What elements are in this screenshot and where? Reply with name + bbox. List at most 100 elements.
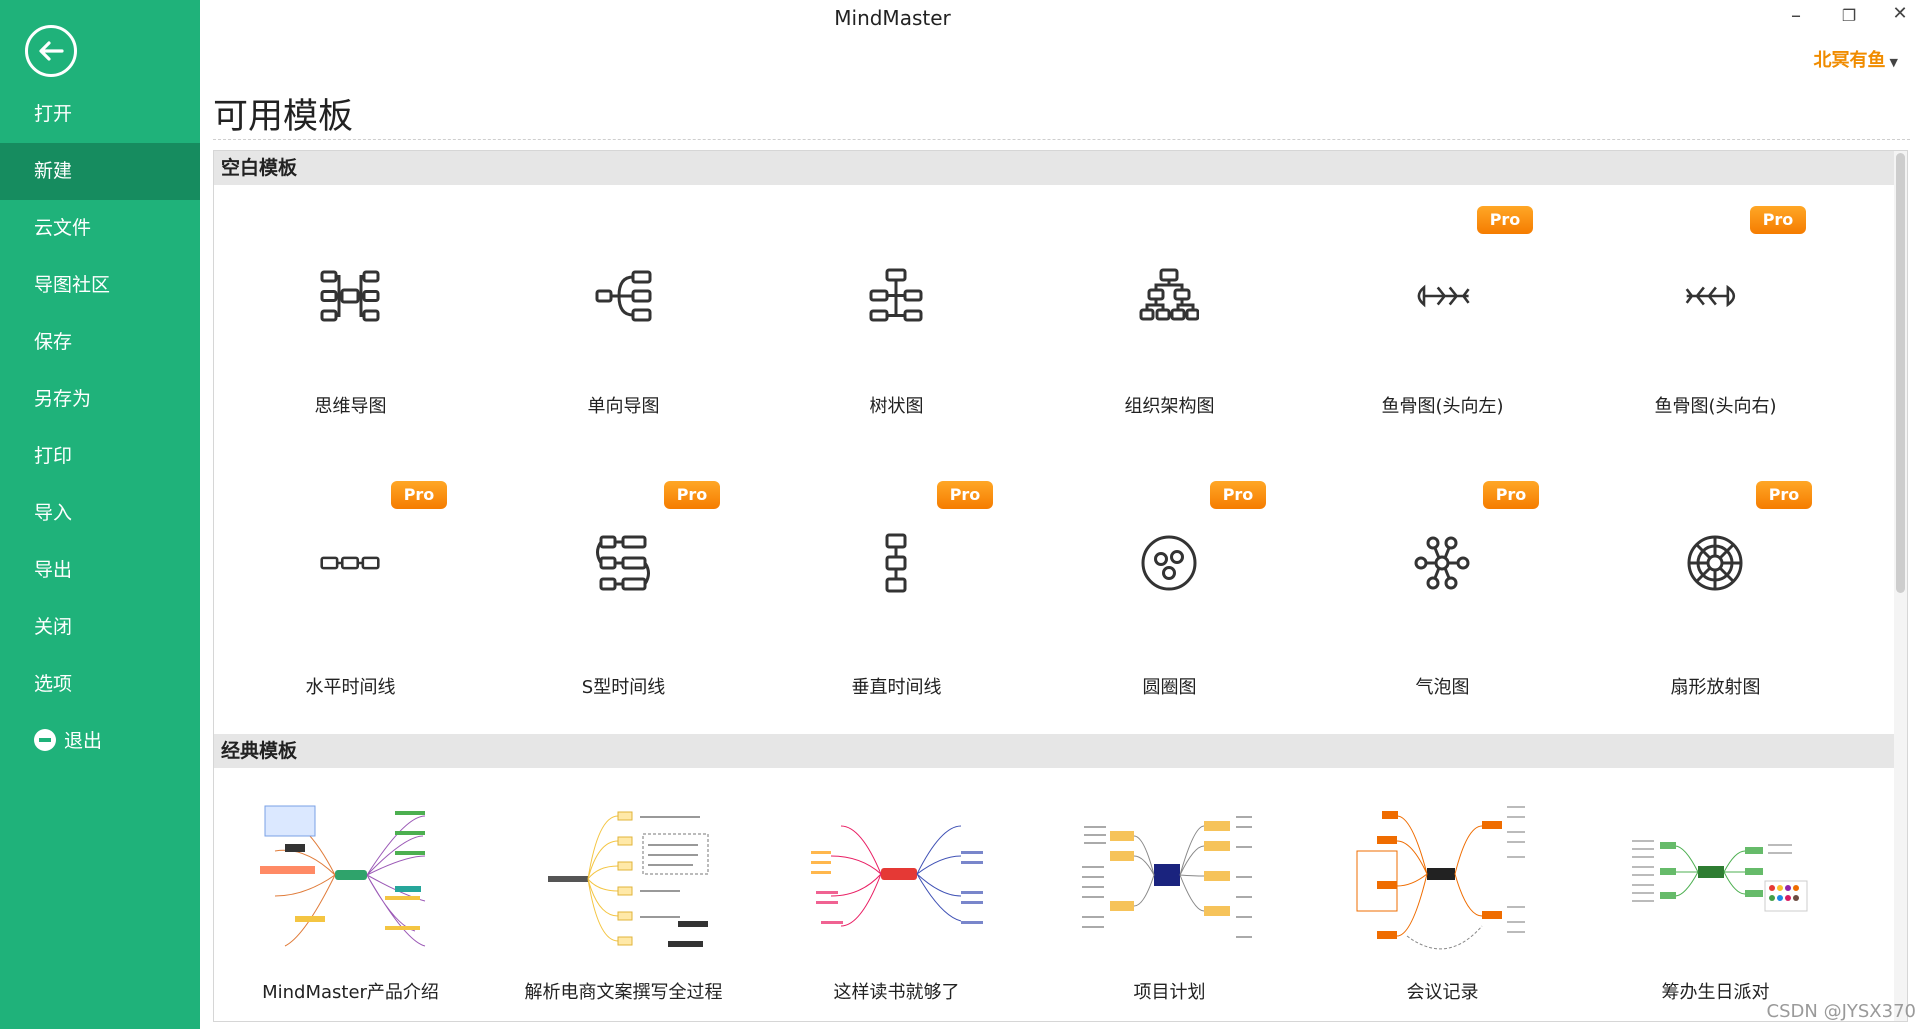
tree-icon	[869, 268, 923, 322]
sidebar-item-open[interactable]: 打开	[0, 86, 200, 143]
sidebar-item-label: 打印	[34, 445, 73, 467]
sidebar-item-save[interactable]: 保存	[0, 314, 200, 371]
template-label: 解析电商文案撰写全过程	[524, 982, 723, 1003]
template-classic-ecommerce-copy[interactable]: 解析电商文案撰写全过程	[487, 796, 760, 1021]
template-classic-reading[interactable]: 这样读书就够了	[760, 796, 1033, 1021]
template-fishbone-left[interactable]: Pro 鱼骨图(头向左)	[1306, 206, 1579, 436]
mind-map-thumbnail	[548, 811, 709, 947]
template-label: 扇形放射图	[1670, 677, 1761, 698]
sidebar-item-label: 选项	[34, 673, 73, 695]
template-vertical-timeline[interactable]: Pro 垂直时间线	[760, 481, 1033, 711]
template-classic-product-intro[interactable]: MindMaster产品介绍	[214, 796, 487, 1021]
horizontal-timeline-icon	[320, 556, 380, 570]
close-button[interactable]: ✕	[1880, 3, 1920, 24]
template-horizontal-timeline[interactable]: Pro 水平时间线	[214, 481, 487, 711]
template-classic-project-plan[interactable]: 项目计划	[1033, 796, 1306, 1021]
mind-map-thumbnail	[260, 805, 426, 947]
sidebar-item-label: 导入	[34, 502, 73, 524]
template-label: 鱼骨图(头向左)	[1381, 396, 1504, 417]
sidebar-item-label: 新建	[34, 160, 73, 182]
template-circle-map[interactable]: Pro 圆圈图	[1033, 481, 1306, 711]
sidebar-menu: 打开 新建 云文件 导图社区 保存 另存为 打印 导入 导出 关闭 选项 退出	[0, 86, 200, 770]
sidebar-item-label: 保存	[34, 331, 73, 353]
template-org-chart[interactable]: 组织架构图	[1033, 206, 1306, 436]
back-button[interactable]	[25, 25, 77, 77]
pro-badge: Pro	[1210, 481, 1266, 509]
template-panel: 空白模板 思维导图 单向导图 树状图 组织架构图 Pro 鱼骨图(头向左) Pr…	[213, 150, 1908, 1022]
section-header-blank: 空白模板	[214, 151, 1894, 185]
sidebar-item-cloud-files[interactable]: 云文件	[0, 200, 200, 257]
template-bubble-map[interactable]: Pro 气泡图	[1306, 481, 1579, 711]
sidebar-item-close[interactable]: 关闭	[0, 599, 200, 656]
sector-radial-icon	[1687, 535, 1743, 591]
mind-map-thumbnail	[811, 825, 983, 927]
template-s-timeline[interactable]: Pro S型时间线	[487, 481, 760, 711]
pro-badge: Pro	[664, 481, 720, 509]
s-timeline-icon	[596, 535, 650, 591]
template-label: 气泡图	[1415, 677, 1470, 698]
pro-badge: Pro	[1756, 481, 1812, 509]
minus-circle-icon	[34, 728, 56, 751]
restore-button[interactable]: ❐	[1829, 6, 1869, 25]
sidebar-item-options[interactable]: 选项	[0, 656, 200, 713]
template-fishbone-right[interactable]: Pro 鱼骨图(头向右)	[1579, 206, 1852, 436]
pro-badge: Pro	[1477, 206, 1533, 234]
circle-map-icon	[1141, 535, 1197, 591]
vertical-timeline-icon	[885, 533, 907, 593]
sidebar-item-label: 退出	[64, 730, 103, 752]
page-title: 可用模板	[213, 97, 354, 137]
template-mind-map[interactable]: 思维导图	[214, 206, 487, 436]
scrollbar-thumb[interactable]	[1896, 153, 1905, 593]
template-label: 圆圈图	[1142, 677, 1197, 698]
template-label: S型时间线	[581, 677, 666, 698]
template-classic-meeting-notes[interactable]: 会议记录	[1306, 796, 1579, 1021]
template-label: 垂直时间线	[851, 677, 942, 698]
fishbone-right-icon	[1685, 284, 1736, 308]
template-sector-radial[interactable]: Pro 扇形放射图	[1579, 481, 1852, 711]
mind-map-thumbnail	[1632, 840, 1808, 912]
template-right-map[interactable]: 单向导图	[487, 206, 760, 436]
template-label: 树状图	[869, 396, 924, 417]
user-menu[interactable]: 北冥有鱼 ▼	[1814, 46, 1898, 72]
mind-map-thumbnail	[1082, 816, 1252, 938]
sidebar-item-label: 导图社区	[34, 274, 111, 296]
template-label: 思维导图	[314, 396, 387, 417]
template-label: 单向导图	[587, 396, 660, 417]
sidebar-item-export[interactable]: 导出	[0, 542, 200, 599]
title-divider	[213, 139, 1910, 140]
fishbone-left-icon	[1417, 284, 1470, 308]
arrow-left-icon	[39, 41, 64, 61]
sidebar-item-new[interactable]: 新建	[0, 143, 200, 200]
pro-badge: Pro	[1750, 206, 1806, 234]
pro-badge: Pro	[937, 481, 993, 509]
section-header-classic: 经典模板	[214, 734, 1894, 768]
template-label: 项目计划	[1133, 982, 1206, 1003]
sidebar-item-community[interactable]: 导图社区	[0, 257, 200, 314]
window-title: MindMaster	[834, 6, 951, 30]
scrollbar[interactable]	[1894, 151, 1907, 1021]
watermark: CSDN @JYSX370	[1766, 1001, 1916, 1022]
sidebar-item-import[interactable]: 导入	[0, 485, 200, 542]
sidebar-item-exit[interactable]: 退出	[0, 713, 200, 770]
sidebar-item-label: 打开	[34, 103, 73, 125]
pro-badge: Pro	[1483, 481, 1539, 509]
caret-down-icon: ▼	[1889, 56, 1898, 69]
sidebar-item-label: 另存为	[34, 388, 92, 410]
template-label: 这样读书就够了	[833, 982, 960, 1003]
sidebar-item-label: 导出	[34, 559, 73, 581]
template-tree[interactable]: 树状图	[760, 206, 1033, 436]
template-label: MindMaster产品介绍	[262, 982, 439, 1003]
sidebar-item-print[interactable]: 打印	[0, 428, 200, 485]
sidebar-item-label: 云文件	[34, 217, 92, 239]
sidebar-item-label: 关闭	[34, 616, 73, 638]
mind-map-icon	[320, 270, 380, 322]
sidebar-item-save-as[interactable]: 另存为	[0, 371, 200, 428]
bubble-map-icon	[1414, 536, 1470, 590]
pro-badge: Pro	[391, 481, 447, 509]
right-map-icon	[595, 270, 652, 322]
user-name: 北冥有鱼	[1813, 50, 1886, 71]
template-classic-birthday-party[interactable]: 筹办生日派对	[1579, 796, 1852, 1021]
sidebar: 打开 新建 云文件 导图社区 保存 另存为 打印 导入 导出 关闭 选项 退出	[0, 0, 200, 1029]
minimize-button[interactable]: –	[1776, 3, 1816, 27]
template-label: 鱼骨图(头向右)	[1654, 396, 1777, 417]
